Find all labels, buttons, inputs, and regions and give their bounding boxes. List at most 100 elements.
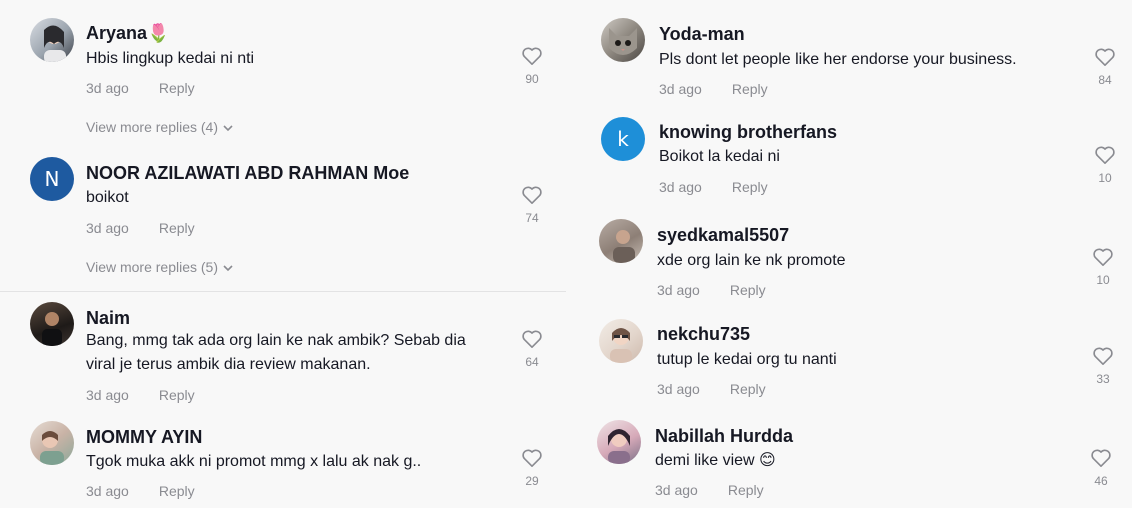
comment-timestamp: 3d ago — [659, 179, 702, 195]
comment-text: boikot — [86, 189, 129, 206]
like-button[interactable]: 90 — [512, 46, 552, 86]
comment-username[interactable]: knowing brotherfans — [659, 122, 837, 143]
comment-meta: 3d ago Reply — [86, 220, 195, 236]
heart-icon — [1095, 146, 1115, 164]
like-button[interactable]: 29 — [512, 448, 552, 488]
like-button[interactable]: 46 — [1081, 448, 1121, 488]
comment-username[interactable]: Aryana🌷 — [86, 23, 169, 44]
user-avatar[interactable]: N — [30, 157, 74, 201]
reply-button[interactable]: Reply — [732, 81, 768, 97]
comment-item: Aryana🌷 Hbis lingkup kedai ni nti 3d ago… — [0, 0, 566, 140]
chevron-down-icon — [223, 125, 233, 132]
comment-timestamp: 3d ago — [655, 482, 698, 498]
comment-username[interactable]: NOOR AZILAWATI ABD RAHMAN Moe — [86, 163, 409, 184]
like-count: 90 — [525, 72, 539, 86]
reply-button[interactable]: Reply — [732, 179, 768, 195]
comment-timestamp: 3d ago — [659, 81, 702, 97]
comment-username[interactable]: Yoda-man — [659, 24, 745, 45]
heart-icon — [1093, 347, 1113, 365]
comment-username[interactable]: syedkamal5507 — [657, 225, 789, 246]
comment-item: Yoda-man Pls dont let people like her en… — [582, 0, 1132, 105]
comment-text: tutup le kedai org tu nanti — [657, 351, 837, 368]
comment-item: N NOOR AZILAWATI ABD RAHMAN Moe boikot 3… — [0, 150, 566, 285]
person-photo-icon — [610, 328, 632, 363]
avatar-letter: N — [44, 167, 60, 191]
view-more-replies-button[interactable]: View more replies (5) — [86, 259, 234, 275]
avatar-letter: k — [617, 127, 629, 151]
comment-text: demi like view 😊 — [655, 452, 776, 469]
comment-item: Nabillah Hurdda demi like view 😊 3d ago R… — [582, 410, 1132, 508]
comment-item: nekchu735 tutup le kedai org tu nanti 3d… — [582, 310, 1132, 410]
view-more-replies-label: View more replies (4) — [86, 119, 219, 135]
divider — [0, 291, 566, 292]
user-avatar[interactable]: k — [601, 117, 645, 161]
heart-icon — [1093, 248, 1113, 266]
comment-timestamp: 3d ago — [657, 381, 700, 397]
like-count: 84 — [1098, 73, 1112, 87]
user-avatar[interactable] — [30, 302, 74, 346]
comment-text: Boikot la kedai ni — [659, 148, 780, 165]
heart-icon — [522, 186, 542, 204]
like-button[interactable]: 33 — [1083, 346, 1123, 386]
like-count: 33 — [1096, 372, 1110, 386]
comment-username[interactable]: Nabillah Hurdda — [655, 426, 793, 447]
person-photo-icon — [608, 429, 630, 464]
like-count: 64 — [525, 355, 539, 369]
reply-button[interactable]: Reply — [730, 282, 766, 298]
user-avatar[interactable] — [601, 18, 645, 62]
comment-timestamp: 3d ago — [86, 80, 129, 96]
comment-timestamp: 3d ago — [657, 282, 700, 298]
comment-meta: 3d ago Reply — [86, 80, 195, 96]
view-more-replies-button[interactable]: View more replies (4) — [86, 119, 234, 135]
like-count: 29 — [525, 474, 539, 488]
person-photo-icon — [42, 312, 62, 346]
like-button[interactable]: 74 — [512, 185, 552, 225]
heart-icon — [1091, 449, 1111, 467]
reply-button[interactable]: Reply — [159, 220, 195, 236]
comment-username[interactable]: MOMMY AYIN — [86, 427, 202, 448]
reply-button[interactable]: Reply — [159, 483, 195, 499]
like-count: 10 — [1096, 273, 1110, 287]
comment-text: Bang, mmg tak ada org lain ke nak ambik?… — [86, 332, 466, 349]
like-count: 10 — [1098, 171, 1112, 185]
comment-item: syedkamal5507 xde org lain ke nk promote… — [582, 210, 1132, 310]
reply-button[interactable]: Reply — [728, 482, 764, 498]
heart-icon — [522, 449, 542, 467]
like-count: 74 — [525, 211, 539, 225]
view-more-replies-label: View more replies (5) — [86, 259, 219, 275]
comment-meta: 3d ago Reply — [86, 483, 195, 499]
comment-meta: 3d ago Reply — [86, 387, 195, 403]
comment-timestamp: 3d ago — [86, 387, 129, 403]
person-photo-icon — [613, 230, 635, 263]
comment-meta: 3d ago Reply — [659, 81, 768, 97]
comment-username[interactable]: nekchu735 — [657, 324, 750, 345]
like-button[interactable]: 10 — [1083, 247, 1123, 287]
comment-username[interactable]: Naim — [86, 308, 130, 329]
user-avatar[interactable] — [599, 219, 643, 263]
like-button[interactable]: 64 — [512, 329, 552, 369]
heart-icon — [522, 47, 542, 65]
comment-text: Pls dont let people like her endorse you… — [659, 51, 1017, 68]
user-avatar[interactable] — [597, 420, 641, 464]
comment-text: Tgok muka akk ni promot mmg x lalu ak na… — [86, 453, 422, 470]
like-button[interactable]: 10 — [1085, 145, 1125, 185]
comment-item: MOMMY AYIN Tgok muka akk ni promot mmg x… — [0, 412, 566, 508]
like-button[interactable]: 84 — [1085, 47, 1125, 87]
comment-text: Hbis lingkup kedai ni nti — [86, 50, 255, 67]
comment-item: Naim Bang, mmg tak ada org lain ke nak a… — [0, 295, 566, 410]
user-avatar[interactable] — [30, 18, 74, 62]
reply-button[interactable]: Reply — [159, 387, 195, 403]
comment-text: viral je terus ambik dia review makanan. — [86, 356, 371, 373]
user-avatar[interactable] — [30, 421, 74, 465]
comment-timestamp: 3d ago — [86, 483, 129, 499]
comment-meta: 3d ago Reply — [657, 381, 766, 397]
reply-button[interactable]: Reply — [159, 80, 195, 96]
comment-item: k knowing brotherfans Boikot la kedai ni… — [582, 105, 1132, 210]
user-avatar[interactable] — [599, 319, 643, 363]
like-count: 46 — [1094, 474, 1108, 488]
comment-timestamp: 3d ago — [86, 220, 129, 236]
cat-photo-icon — [609, 28, 637, 55]
heart-icon — [1095, 48, 1115, 66]
reply-button[interactable]: Reply — [730, 381, 766, 397]
comment-meta: 3d ago Reply — [657, 282, 766, 298]
